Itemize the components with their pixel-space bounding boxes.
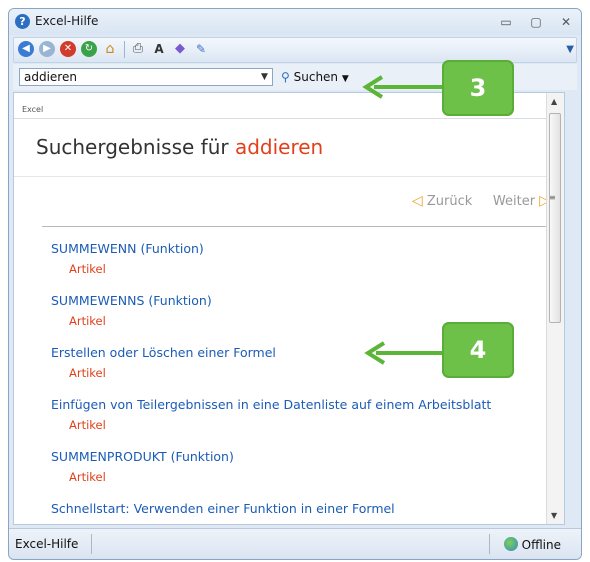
back-icon[interactable]: ◀ [18,41,34,57]
result-item: Erstellen oder Löschen einer Formel Arti… [51,345,276,380]
search-input[interactable]: addieren [19,68,273,86]
connection-status-button[interactable]: Offline [503,537,561,552]
result-link[interactable]: SUMMENPRODUKT (Funktion) [51,449,234,464]
maximize-button[interactable]: ▢ [525,13,547,31]
toolbar-separator [124,41,125,58]
result-link[interactable]: Einfügen von Teilergebnissen in eine Dat… [51,397,491,412]
status-divider [91,534,92,554]
help-content-pane: Excel Suchergebnisse für addieren ◁ Zurü… [13,92,565,525]
title-bar[interactable]: ? Excel-Hilfe ▭ ▢ ✕ [9,9,581,35]
result-type: Artikel [69,314,106,328]
search-icon: ⚲ [281,70,290,84]
stop-icon[interactable]: ✕ [60,41,76,57]
scrollbar-thumb[interactable] [549,113,561,323]
callout-3-arrow [362,75,448,99]
help-app-icon: ? [15,14,30,29]
page-title-query: addieren [234,135,324,159]
status-divider [489,534,490,554]
status-label: Excel-Hilfe [15,537,79,551]
search-button[interactable]: ⚲ Suchen ▼ [281,68,349,86]
back-arrow-icon[interactable]: ◁ [412,193,423,209]
callout-3-badge: 3 [442,60,514,116]
result-link[interactable]: Schnellstart: Verwenden einer Funktion i… [51,501,395,516]
minimize-button[interactable]: ▭ [495,13,517,31]
connection-status-label: Offline [521,538,561,552]
header-divider [14,176,564,177]
result-item: SUMMEWENNS (Funktion) Artikel [51,293,212,328]
offline-globe-icon [503,537,518,551]
close-button[interactable]: ✕ [555,13,577,31]
result-link[interactable]: Erstellen oder Löschen einer Formel [51,345,276,360]
result-item: Schnellstart: Verwenden einer Funktion i… [51,501,395,524]
page-title-prefix: Suchergebnisse für [36,135,229,159]
scrollbar-grip-icon: ≡ [549,193,556,202]
result-type: Artikel [69,470,106,484]
result-item: SUMMENPRODUKT (Funktion) Artikel [51,449,234,484]
search-history-dropdown-icon[interactable]: ▼ [261,72,268,82]
result-item: Einfügen von Teilergebnissen in eine Dat… [51,397,491,432]
breadcrumb[interactable]: Excel [22,105,43,114]
print-icon[interactable]: ⎙ [130,41,146,57]
home-icon[interactable]: ⌂ [102,41,118,57]
scroll-down-icon[interactable]: ▼ [551,511,557,520]
pin-icon[interactable]: ✎ [193,41,209,57]
page-title: Suchergebnisse für addieren [36,135,323,159]
vertical-scrollbar[interactable]: ▲ ≡ ▼ [546,93,564,524]
book-icon[interactable]: ◆ [172,41,188,57]
breadcrumb-divider [14,118,564,119]
scroll-up-icon[interactable]: ▲ [551,97,557,106]
result-type: Artikel [69,262,106,276]
result-type: Artikel [69,418,106,432]
refresh-icon[interactable]: ↻ [81,41,97,57]
forward-icon[interactable]: ▶ [39,41,55,57]
font-size-icon[interactable]: A [151,41,167,57]
callout-4-badge: 4 [442,322,514,378]
pager-next-link[interactable]: Weiter [493,194,535,209]
callout-4-arrow [364,341,450,365]
result-type: Artikel [69,522,395,524]
status-bar: Excel-Hilfe Offline [9,528,581,559]
window-title: Excel-Hilfe [35,14,99,28]
result-link[interactable]: SUMMEWENN (Funktion) [51,241,204,256]
result-item: SUMMEWENN (Funktion) Artikel [51,241,204,276]
result-link[interactable]: SUMMEWENNS (Funktion) [51,293,212,308]
pager-back-link[interactable]: Zurück [427,194,472,209]
toolbar-overflow-icon[interactable]: ▼ [566,44,574,55]
search-options-dropdown-icon[interactable]: ▼ [342,74,349,84]
result-type: Artikel [69,366,106,380]
search-button-label: Suchen [293,70,339,84]
pager: ◁ Zurück Weiter ▷ [412,193,550,209]
results-divider [42,226,548,227]
